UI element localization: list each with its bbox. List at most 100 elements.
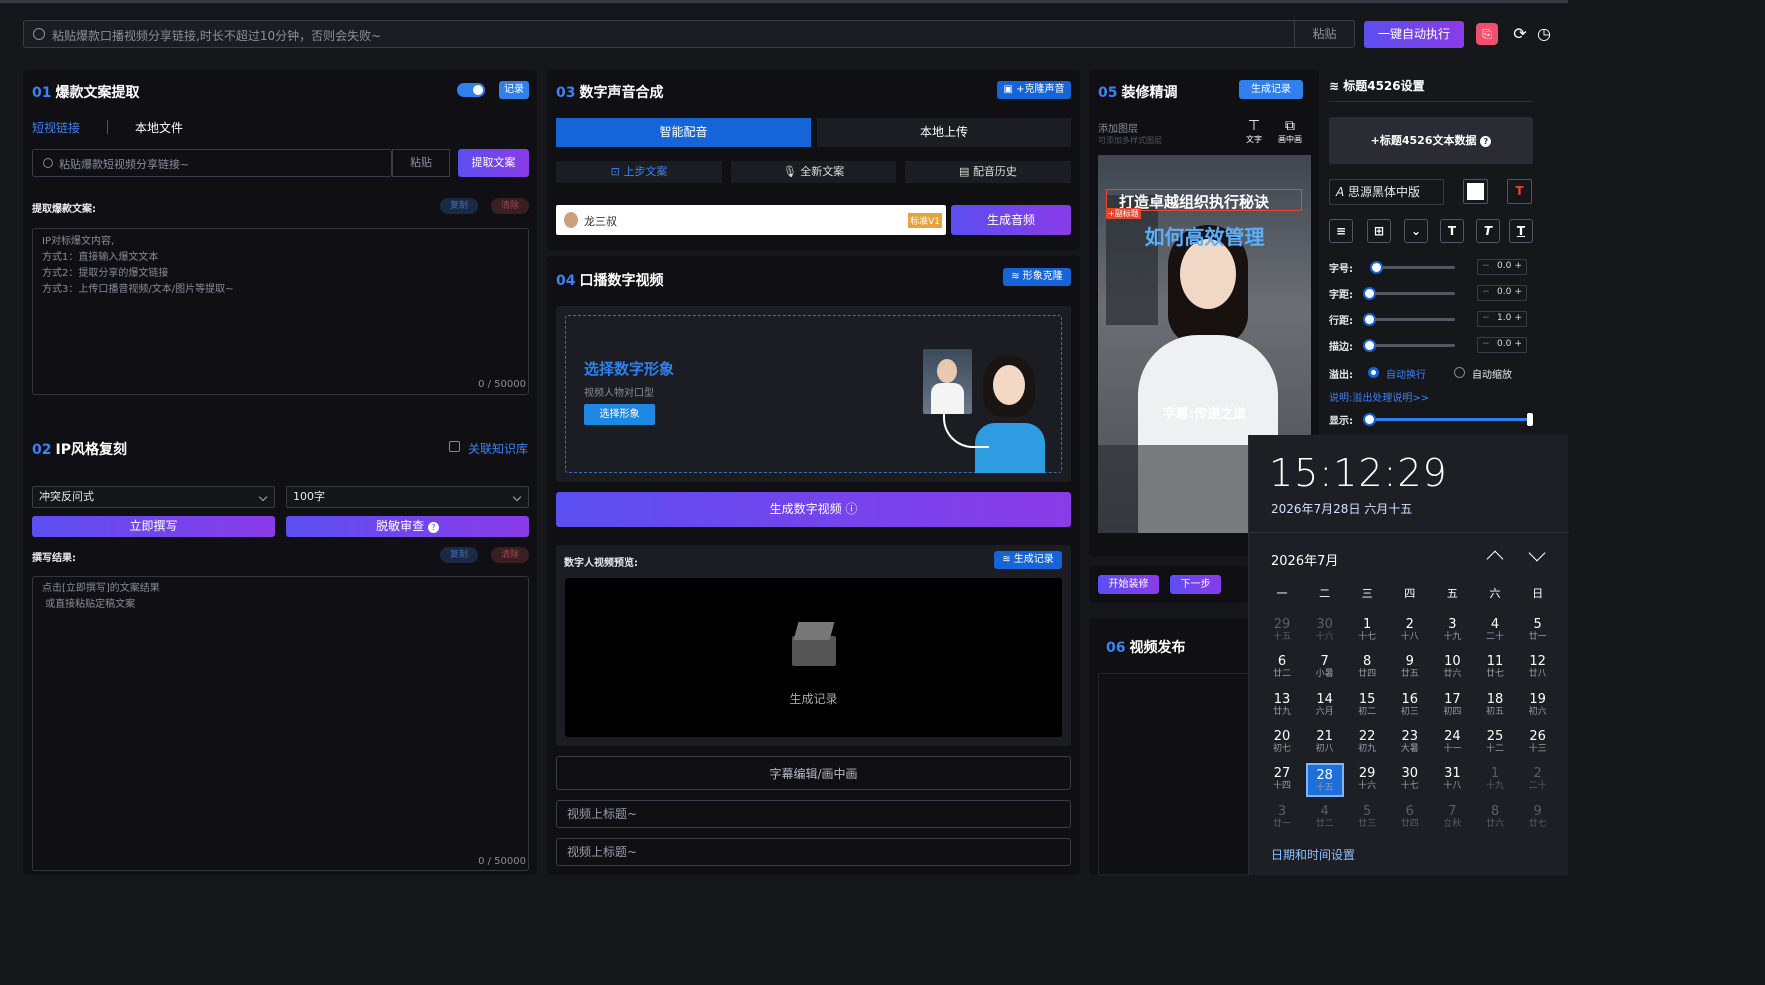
- letter-spacing-slider[interactable]: [1363, 287, 1455, 300]
- add-text-data-button[interactable]: +标题4526文本数据 ?: [1329, 117, 1533, 164]
- line-height-slider[interactable]: [1363, 313, 1455, 326]
- style-select[interactable]: 冲突反问式: [32, 486, 275, 508]
- calendar-day[interactable]: 6 廿二: [1263, 651, 1301, 685]
- clear-button[interactable]: 清除: [491, 198, 529, 214]
- result-text-area[interactable]: 点击[立即撰写]的文案结果 或直接粘贴定稿文案 0 / 50000: [32, 576, 529, 871]
- calendar-day[interactable]: 3 廿一: [1263, 801, 1301, 835]
- headline2-layer[interactable]: 如何高效管理: [1098, 221, 1311, 250]
- calendar-day[interactable]: 24 十一: [1433, 726, 1471, 760]
- datetime-settings-link[interactable]: 日期和时间设置: [1271, 846, 1355, 863]
- start-decor-button[interactable]: 开始装修: [1098, 575, 1159, 594]
- stroke-stepper[interactable]: −0.0 +: [1477, 337, 1527, 353]
- caption-layer[interactable]: 字幕:传递之道: [1098, 403, 1311, 422]
- calendar-day[interactable]: 8 廿六: [1476, 801, 1514, 835]
- kb-checkbox[interactable]: [449, 441, 460, 452]
- clear-button[interactable]: 清除: [491, 547, 529, 563]
- avatar-clone-button[interactable]: ≋ 形象克隆: [1003, 268, 1071, 286]
- letter-spacing-stepper[interactable]: −0.0 +: [1477, 285, 1527, 301]
- calendar-day[interactable]: 14 六月: [1306, 689, 1344, 723]
- font-select[interactable]: A 思源黑体中版: [1329, 179, 1444, 205]
- calendar-day[interactable]: 31 十八: [1433, 763, 1471, 797]
- align-icon[interactable]: ≡: [1329, 219, 1353, 243]
- calendar-day[interactable]: 7 立秋: [1433, 801, 1471, 835]
- shrink-radio[interactable]: [1454, 367, 1465, 378]
- calendar-day[interactable]: 13 廿九: [1263, 689, 1301, 723]
- tab-local-file[interactable]: 本地文件: [135, 119, 183, 136]
- calendar-day[interactable]: 10 廿六: [1433, 651, 1471, 685]
- share-link-paste-button[interactable]: 粘贴: [392, 149, 450, 177]
- voice-select[interactable]: 龙三叔 标准V1: [556, 205, 946, 235]
- calendar-day[interactable]: 7 小暑: [1306, 651, 1344, 685]
- italic-icon[interactable]: T: [1476, 219, 1500, 243]
- prev-copy-tab[interactable]: ⊡ 上步文案: [556, 161, 722, 183]
- calendar-day[interactable]: 9 廿五: [1391, 651, 1429, 685]
- copy-button[interactable]: 复制: [440, 547, 478, 563]
- refresh-icon[interactable]: ⟳: [1510, 23, 1530, 45]
- calendar-day[interactable]: 3 十九: [1433, 614, 1471, 648]
- bold-icon[interactable]: T: [1440, 219, 1464, 243]
- next-step-button[interactable]: 下一步: [1170, 575, 1221, 594]
- calendar-day[interactable]: 4 二十: [1476, 614, 1514, 648]
- wrap-label[interactable]: 自动换行: [1386, 366, 1426, 381]
- grid-icon[interactable]: ⊞: [1367, 219, 1391, 243]
- font-size-slider[interactable]: [1370, 261, 1455, 274]
- calendar-day[interactable]: 29 十六: [1348, 763, 1386, 797]
- calendar-day[interactable]: 1 十七: [1348, 614, 1386, 648]
- calendar-day[interactable]: 2 十八: [1391, 614, 1429, 648]
- generate-digital-video-button[interactable]: 生成数字视频 ⓘ: [556, 492, 1071, 527]
- shrink-label[interactable]: 自动缩放: [1472, 366, 1512, 381]
- subtitle-pip-button[interactable]: 字幕编辑/画中画: [556, 756, 1071, 790]
- overflow-help-link[interactable]: 说明:溢出处理说明>>: [1329, 389, 1429, 404]
- calendar-day[interactable]: 8 廿四: [1348, 651, 1386, 685]
- history-icon[interactable]: ◷: [1534, 23, 1554, 45]
- calendar-day[interactable]: 20 初七: [1263, 726, 1301, 760]
- panel-01-toggle[interactable]: [457, 83, 485, 97]
- calendar-day[interactable]: 25 十二: [1476, 726, 1514, 760]
- stroke-color-icon[interactable]: T: [1507, 179, 1532, 204]
- link-search-bar[interactable]: 粘贴爆款口播视频分享链接,时长不超过10分钟，否则会失败~ 粘贴: [23, 20, 1355, 48]
- opacity-start-knob[interactable]: [1363, 413, 1376, 426]
- calendar-day[interactable]: 4 廿二: [1306, 801, 1344, 835]
- calendar-day[interactable]: 21 初八: [1306, 726, 1344, 760]
- video-records-button[interactable]: ≋ 生成记录: [994, 551, 1062, 569]
- chevron-down-icon[interactable]: [1528, 544, 1546, 562]
- calendar-day[interactable]: 11 廿七: [1476, 651, 1514, 685]
- calendar-day-selected[interactable]: 28 十五: [1305, 763, 1344, 798]
- dubbing-history-tab[interactable]: ▤ 配音历史: [905, 161, 1071, 183]
- calendar-day[interactable]: 27 十四: [1263, 763, 1301, 797]
- opacity-end-knob[interactable]: [1527, 413, 1533, 426]
- calendar-day[interactable]: 5 廿三: [1348, 801, 1386, 835]
- calendar-day[interactable]: 26 十三: [1519, 726, 1557, 760]
- video-title-input-2[interactable]: 视频上标题~: [556, 838, 1071, 866]
- line-height-stepper[interactable]: −1.0 +: [1477, 311, 1527, 327]
- underline-icon[interactable]: T: [1509, 219, 1533, 243]
- auto-execute-button[interactable]: 一键自动执行: [1364, 21, 1464, 48]
- calendar-day[interactable]: 17 初四: [1433, 689, 1471, 723]
- font-size-stepper[interactable]: −0.0 +: [1477, 259, 1527, 275]
- calendar-month[interactable]: 2026年7月: [1271, 550, 1338, 569]
- calendar-day[interactable]: 5 廿一: [1519, 614, 1557, 648]
- calendar-day[interactable]: 23 大暑: [1391, 726, 1429, 760]
- clipboard-icon[interactable]: ⎘: [1476, 23, 1498, 45]
- calendar-day[interactable]: 12 廿八: [1519, 651, 1557, 685]
- tab-local-upload[interactable]: 本地上传: [817, 118, 1071, 147]
- clone-voice-button[interactable]: ▣ +克隆声音: [997, 81, 1071, 99]
- calendar-day[interactable]: 15 初二: [1348, 689, 1386, 723]
- sensitive-check-button[interactable]: 脱敏审查 ?: [286, 516, 529, 537]
- decor-records-button[interactable]: 生成记录: [1239, 80, 1303, 99]
- extract-copy-button[interactable]: 提取文案: [458, 149, 529, 177]
- text-color-swatch[interactable]: [1463, 179, 1488, 204]
- chevron-up-icon[interactable]: [1486, 550, 1504, 568]
- kb-label[interactable]: 关联知识库: [468, 440, 528, 457]
- wrap-radio[interactable]: [1368, 367, 1379, 378]
- share-link-input[interactable]: 粘贴爆款短视频分享链接~: [32, 149, 392, 177]
- choose-avatar-button[interactable]: 选择形象: [584, 404, 655, 425]
- video-title-input-1[interactable]: 视频上标题~: [556, 800, 1071, 828]
- copy-button[interactable]: 复制: [440, 198, 478, 214]
- opacity-slider[interactable]: [1363, 413, 1533, 426]
- stroke-slider[interactable]: [1363, 339, 1455, 352]
- calendar-day[interactable]: 30 十六: [1306, 614, 1344, 648]
- calendar-day[interactable]: 29 十五: [1263, 614, 1301, 648]
- calendar-day[interactable]: 2 二十: [1519, 763, 1557, 797]
- text-tool-button[interactable]: ⊤ 文字: [1242, 118, 1266, 145]
